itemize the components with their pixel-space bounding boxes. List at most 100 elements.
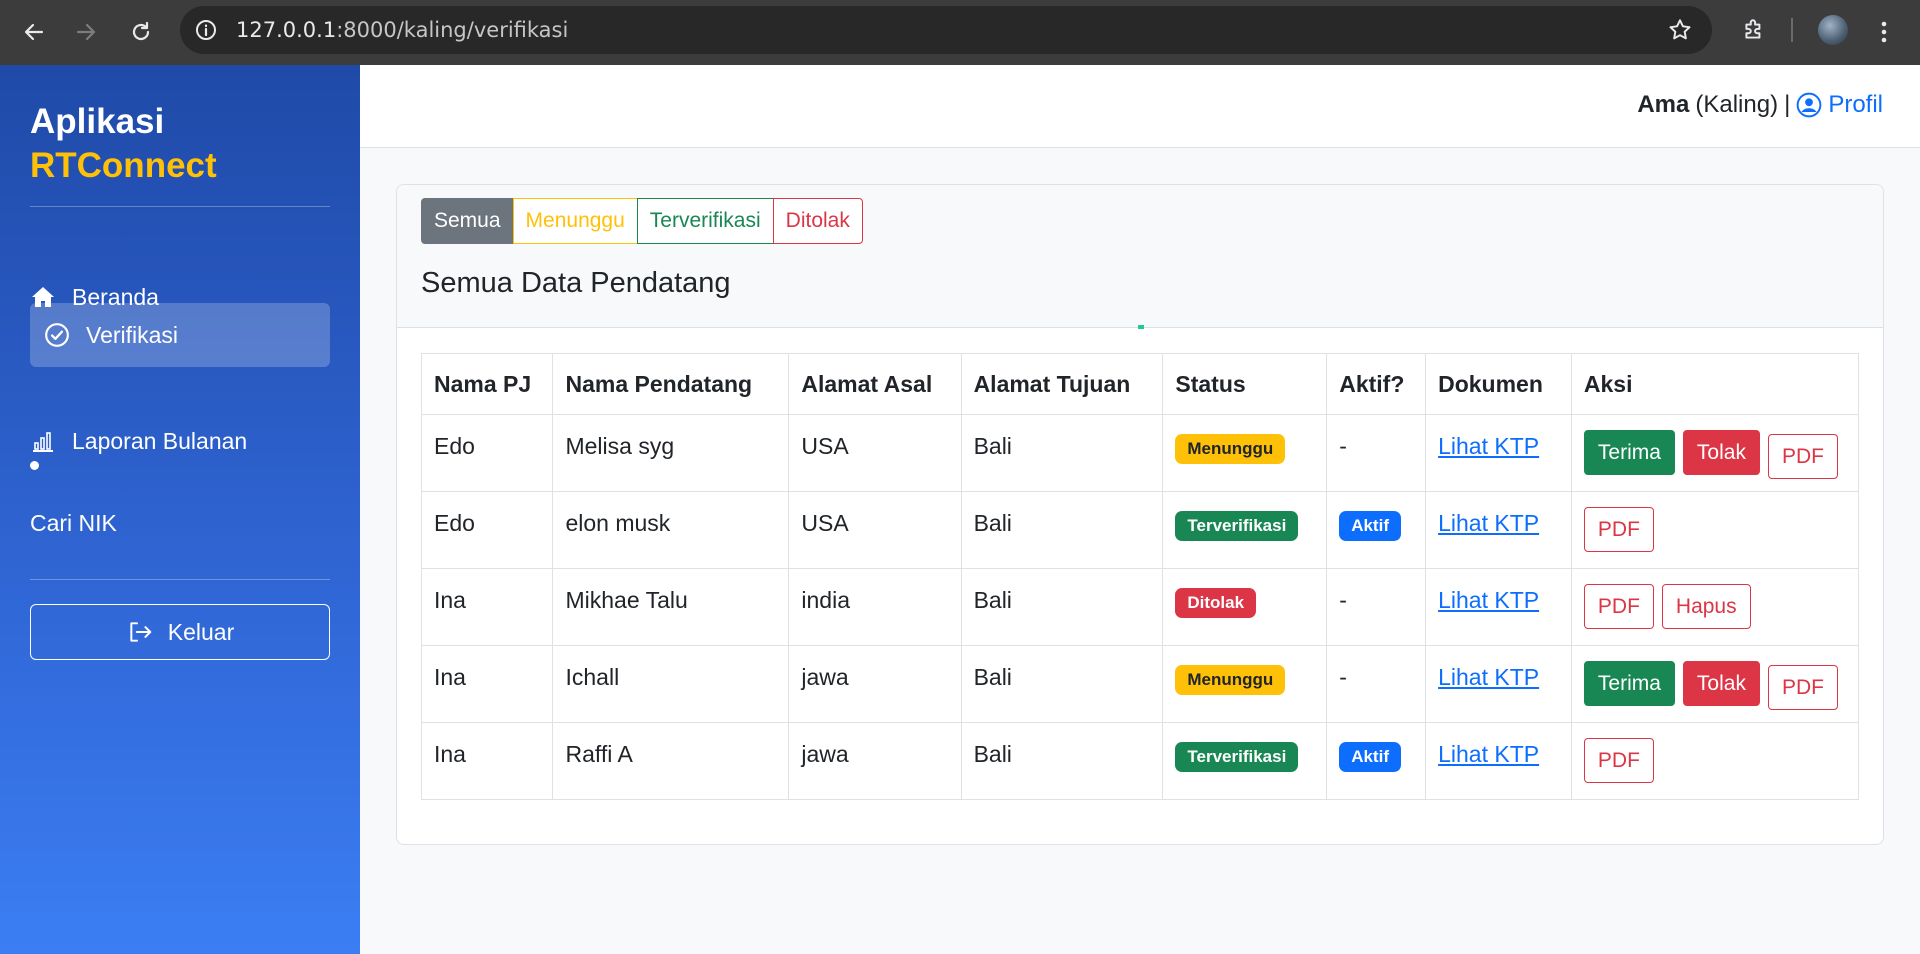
table-row: Ina Mikhae Talu india Bali Ditolak - Lih… (420, 568, 1860, 646)
status-badge: Terverifikasi (1175, 742, 1299, 772)
tab-menunggu[interactable]: Menunggu (512, 198, 638, 244)
bookmark-star-icon[interactable] (1666, 16, 1694, 44)
status-badge: Menunggu (1175, 665, 1286, 695)
terima-button[interactable]: Terima (1583, 430, 1675, 475)
logout-icon (126, 618, 154, 646)
table-row: Ina Raffi A jawa Bali Terverifikasi Akti… (420, 722, 1860, 800)
data-card: Semua Menunggu Terverifikasi Ditolak Sem… (396, 184, 1884, 845)
kebab-menu-icon[interactable] (1872, 14, 1896, 50)
column-header: Alamat Tujuan (960, 353, 1164, 415)
cell-dokumen: Lihat KTP (1425, 568, 1572, 646)
extensions-puzzle-icon[interactable] (1736, 12, 1772, 48)
cell-alamat-asal: jawa (788, 722, 962, 800)
cell-aksi: PDF Hapus (1570, 568, 1860, 646)
sidebar-item-laporan-bulanan[interactable]: Laporan Bulanan (30, 409, 330, 473)
cell-alamat-tujuan: Bali (960, 491, 1164, 569)
lihat-ktp-link[interactable]: Lihat KTP (1438, 587, 1539, 613)
cell-nama-pj: Ina (420, 722, 554, 800)
app-brand: Aplikasi RTConnect (30, 100, 217, 188)
cell-alamat-tujuan: Bali (960, 722, 1164, 800)
tolak-button[interactable]: Tolak (1682, 661, 1760, 706)
sidebar-item-cari-nik[interactable]: Cari NIK (30, 491, 330, 555)
cell-aksi: Terima Tolak PDF (1570, 414, 1860, 492)
tab-terverifikasi[interactable]: Terverifikasi (636, 198, 774, 244)
reload-icon[interactable] (123, 14, 159, 50)
cell-alamat-asal: USA (788, 414, 962, 492)
browser-toolbar: 127.0.0.1:8000/kaling/verifikasi (0, 0, 1920, 65)
hapus-button[interactable]: Hapus (1661, 584, 1751, 629)
pdf-button[interactable]: PDF (1767, 665, 1838, 710)
card-title: Semua Data Pendatang (421, 267, 731, 299)
cell-aksi: PDF (1570, 491, 1860, 569)
aktif-badge: Aktif (1339, 742, 1401, 772)
status-badge: Ditolak (1175, 588, 1257, 618)
cell-status: Terverifikasi (1162, 491, 1328, 569)
back-arrow-icon[interactable] (16, 14, 52, 50)
tab-ditolak[interactable]: Ditolak (772, 198, 863, 244)
sidebar: Aplikasi RTConnect Beranda Verifikasi La… (0, 65, 360, 954)
brand-line-1: Aplikasi (30, 102, 165, 141)
bar-chart-icon (30, 428, 56, 454)
status-filter-tabs: Semua Menunggu Terverifikasi Ditolak (421, 198, 863, 244)
column-header: Status (1162, 353, 1328, 415)
cell-dokumen: Lihat KTP (1425, 722, 1572, 800)
pendatang-table: Nama PJ Nama Pendatang Alamat Asal Alama… (420, 353, 1860, 800)
table-row: Ina Ichall jawa Bali Menunggu - Lihat KT… (420, 645, 1860, 723)
aktif-badge: Aktif (1339, 511, 1401, 541)
cell-aksi: Terima Tolak PDF (1570, 645, 1860, 723)
cell-alamat-asal: jawa (788, 645, 962, 723)
cell-alamat-asal: USA (788, 491, 962, 569)
logout-button[interactable]: Keluar (30, 604, 330, 660)
cell-status: Menunggu (1162, 414, 1328, 492)
table-row: Edo Melisa syg USA Bali Menunggu - Lihat… (420, 414, 1860, 492)
cell-nama-pendatang: Melisa syg (552, 414, 790, 492)
lihat-ktp-link[interactable]: Lihat KTP (1438, 510, 1539, 536)
sidebar-item-verifikasi[interactable]: Verifikasi (30, 303, 330, 367)
column-header: Nama PJ (420, 353, 554, 415)
cell-alamat-asal: india (788, 568, 962, 646)
sidebar-item-label: Cari NIK (30, 509, 117, 536)
url-path: :8000/kaling/verifikasi (336, 18, 569, 42)
column-header: Aktif? (1326, 353, 1427, 415)
terima-button[interactable]: Terima (1583, 661, 1675, 706)
status-badge: Menunggu (1175, 434, 1286, 464)
check-circle-icon (44, 322, 70, 348)
toolbar-divider (1791, 18, 1793, 42)
lihat-ktp-link[interactable]: Lihat KTP (1438, 664, 1539, 690)
pdf-button[interactable]: PDF (1583, 738, 1654, 783)
cell-nama-pendatang: Mikhae Talu (552, 568, 790, 646)
logout-label: Keluar (167, 618, 235, 645)
profile-avatar[interactable] (1818, 15, 1848, 45)
list-bullet (30, 461, 39, 470)
cell-nama-pj: Edo (420, 414, 554, 492)
cell-nama-pj: Ina (420, 645, 554, 723)
lihat-ktp-link[interactable]: Lihat KTP (1438, 741, 1539, 767)
site-info-icon[interactable] (194, 18, 218, 42)
card-header: Semua Menunggu Terverifikasi Ditolak Sem… (397, 185, 1883, 329)
profile-link[interactable]: Profil (1796, 91, 1883, 119)
pdf-button[interactable]: PDF (1583, 507, 1654, 552)
cell-alamat-tujuan: Bali (960, 645, 1164, 723)
url-host: 127.0.0.1 (236, 18, 337, 42)
decorative-mark (1138, 325, 1144, 329)
cell-aktif: - (1326, 568, 1427, 646)
pdf-button[interactable]: PDF (1583, 584, 1654, 629)
cell-nama-pendatang: Raffi A (552, 722, 790, 800)
pdf-button[interactable]: PDF (1767, 434, 1838, 479)
cell-nama-pj: Ina (420, 568, 554, 646)
column-header: Dokumen (1425, 353, 1572, 415)
column-header: Aksi (1570, 353, 1860, 415)
cell-status: Menunggu (1162, 645, 1328, 723)
cell-dokumen: Lihat KTP (1425, 645, 1572, 723)
sidebar-divider (30, 579, 330, 580)
lihat-ktp-link[interactable]: Lihat KTP (1438, 433, 1539, 459)
address-bar[interactable]: 127.0.0.1:8000/kaling/verifikasi (180, 6, 1712, 54)
forward-arrow-icon[interactable] (68, 14, 104, 50)
brand-line-2: RTConnect (30, 146, 217, 185)
tab-semua[interactable]: Semua (421, 198, 514, 244)
tolak-button[interactable]: Tolak (1682, 430, 1760, 475)
column-header: Alamat Asal (788, 353, 962, 415)
user-info: Ama (Kaling) | Profil (1637, 91, 1883, 119)
cell-nama-pj: Edo (420, 491, 554, 569)
user-name: Ama (1637, 91, 1690, 118)
